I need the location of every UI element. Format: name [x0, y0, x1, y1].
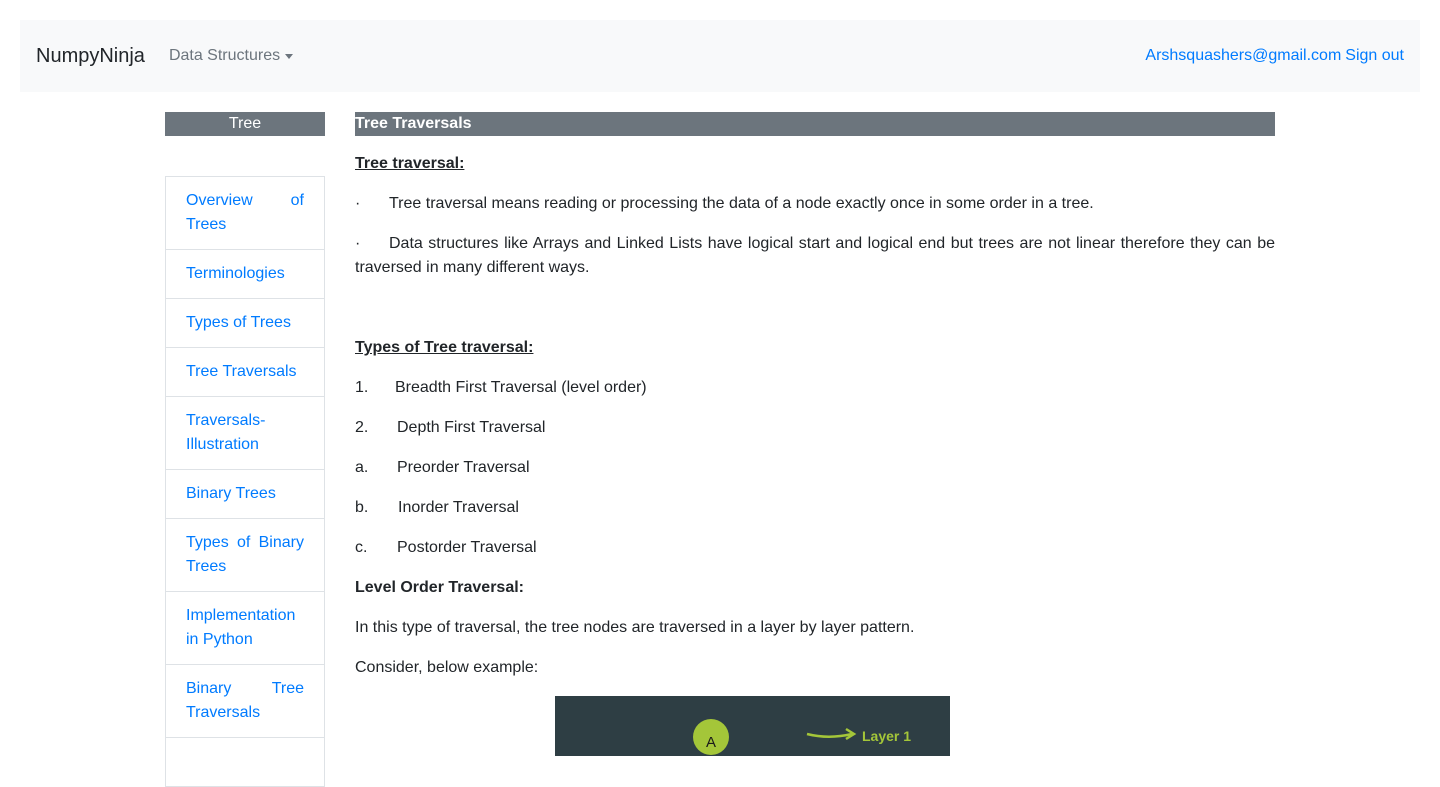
sidebar-item-traversals-illustration[interactable]: Traversals- Illustration [166, 397, 324, 470]
sidebar-item-label-2: Trees [186, 216, 227, 233]
section-title-types: Types of Tree traversal: [355, 339, 534, 356]
level-order-example-image: A Layer 1 [555, 696, 950, 756]
caret-down-icon [285, 53, 294, 59]
sidebar-item-binary-trees[interactable]: Binary Trees [166, 470, 324, 519]
sidebar-item-word: Binary [186, 680, 232, 697]
sidebar-item-types-of-binary-trees[interactable]: Types of Binary Trees [166, 519, 324, 592]
list-text: Preorder Traversal [397, 459, 530, 476]
tree-diagram: A Layer 1 [693, 719, 911, 755]
list-text: Breadth First Traversal (level order) [395, 379, 647, 396]
sidebar-item-word: of [290, 192, 304, 209]
list-item: a. Preorder Traversal [355, 456, 1275, 480]
list-text: Postorder Traversal [397, 539, 537, 556]
bullet-icon: · [355, 235, 361, 252]
sidebar-item-tree-traversals[interactable]: Tree Traversals [166, 348, 324, 397]
sidebar-item-types-of-trees[interactable]: Types of Trees [166, 299, 324, 348]
bullet-paragraph-1: · Tree traversal means reading or process… [355, 192, 1275, 216]
sidebar-item-implementation-in-python[interactable]: Implementation in Python [166, 592, 324, 665]
sidebar-item-label-2: Traversals [186, 704, 261, 721]
list-text: Inorder Traversal [398, 499, 519, 516]
sidebar-item-label: Types of Binary [186, 531, 304, 555]
top-navbar: NumpyNinja Data Structures Arshsquashers… [20, 20, 1420, 92]
sidebar-item-word: Binary [258, 534, 304, 551]
list-item: b. Inorder Traversal [355, 496, 1275, 520]
signout-link[interactable]: Sign out [1345, 47, 1404, 65]
sidebar: Tree Overview of Trees Terminologies Type… [165, 112, 325, 787]
brand-link[interactable]: NumpyNinja [36, 45, 145, 68]
section-title-tree-traversal: Tree traversal: [355, 155, 465, 172]
sidebar-item-binary-tree-traversals[interactable]: Binary Tree Traversals [166, 665, 324, 738]
sidebar-item-label: Traversals- [186, 412, 266, 429]
layer-label: Layer 1 [862, 728, 911, 744]
sidebar-item-terminologies[interactable]: Terminologies [166, 250, 324, 299]
data-structures-dropdown[interactable]: Data Structures [168, 47, 294, 65]
sidebar-item-next[interactable] [166, 738, 324, 787]
sidebar-item-label: Binary Tree [186, 677, 304, 701]
bullet-text: Data structures like Arrays and Linked L… [355, 235, 1275, 276]
sidebar-item-label-2: in Python [186, 631, 253, 648]
main-content: Tree Traversals Tree traversal: · Tree tr… [355, 112, 1275, 756]
list-marker: 2. [355, 419, 369, 436]
sidebar-item-word: Types [186, 534, 229, 551]
user-email-link[interactable]: Arshsquashers@gmail.com [1145, 47, 1341, 65]
sidebar-item-label: Types of Trees [186, 314, 291, 331]
sidebar-item-word: Tree [271, 680, 304, 697]
section-title-level-order: Level Order Traversal: [355, 579, 524, 596]
sidebar-item-label-2: Trees [186, 558, 227, 575]
sidebar-item-label: Binary Trees [186, 485, 276, 502]
sidebar-header: Tree [165, 112, 325, 136]
sidebar-item-label: Terminologies [186, 265, 285, 282]
sidebar-item-word: of [236, 534, 251, 551]
list-marker: c. [355, 539, 368, 556]
dropdown-label: Data Structures [168, 47, 281, 64]
list-item: 2. Depth First Traversal [355, 416, 1275, 440]
bullet-text: Tree traversal means reading or processi… [389, 195, 1094, 212]
paragraph-example: Consider, below example: [355, 659, 539, 676]
list-item: 1. Breadth First Traversal (level order) [355, 376, 1275, 400]
layer-arrow-icon [806, 732, 853, 738]
list-item: c. Postorder Traversal [355, 536, 1275, 560]
sidebar-list: Overview of Trees Terminologies Types of … [165, 176, 325, 787]
sidebar-item-overview-of-trees[interactable]: Overview of Trees [166, 177, 324, 250]
sidebar-item-label-2: Illustration [186, 436, 259, 453]
bullet-icon: · [355, 195, 361, 212]
tree-node-label: A [706, 734, 716, 751]
list-marker: 1. [355, 379, 369, 396]
bullet-paragraph-2: · Data structures like Arrays and Linked … [355, 232, 1275, 280]
sidebar-item-label: Implementation [186, 607, 296, 624]
sidebar-item-word: Overview [186, 192, 253, 209]
sidebar-item-label: Tree Traversals [186, 363, 297, 380]
list-marker: a. [355, 459, 369, 476]
page-title: Tree Traversals [355, 112, 1275, 136]
paragraph-level-order: In this type of traversal, the tree node… [355, 619, 915, 636]
list-marker: b. [355, 499, 369, 516]
list-text: Depth First Traversal [397, 419, 546, 436]
sidebar-item-label: Overview of [186, 189, 304, 213]
user-area: Arshsquashers@gmail.com Sign out [1145, 47, 1404, 65]
